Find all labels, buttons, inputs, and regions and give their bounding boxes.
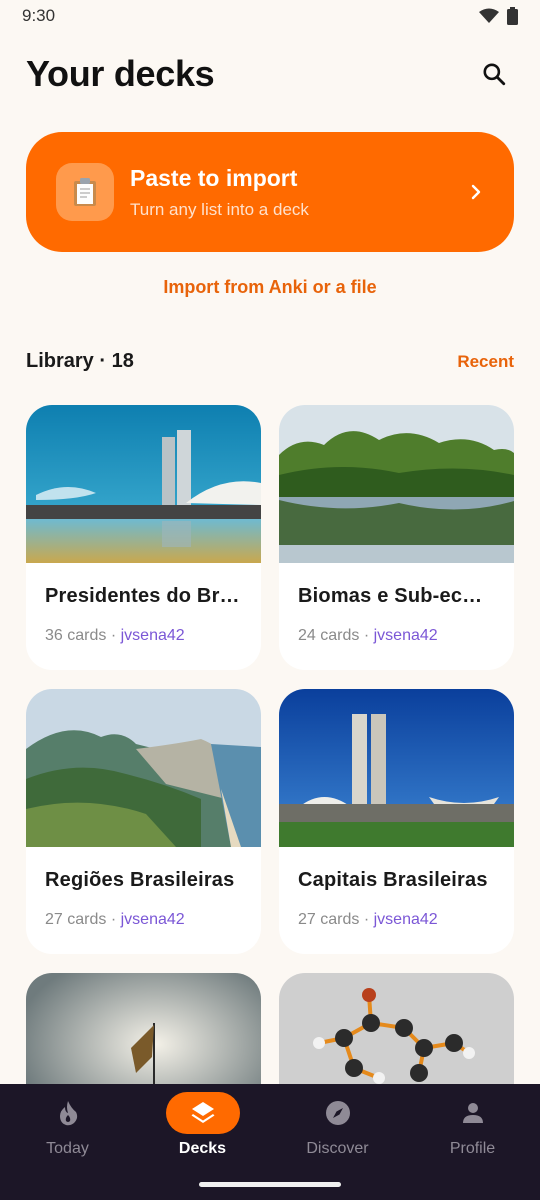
battery-icon	[507, 7, 518, 25]
nav-pill-active	[165, 1092, 240, 1134]
chevron-right-icon	[471, 184, 481, 200]
deck-card[interactable]: Presidentes do Br… 36 cards · jvsena42	[26, 405, 261, 670]
deck-card-count: 24 cards	[298, 627, 360, 644]
nav-pill	[436, 1092, 510, 1134]
meta-separator: ·	[363, 911, 370, 928]
deck-author[interactable]: jvsena42	[121, 911, 185, 928]
person-icon	[462, 1103, 483, 1123]
search-button[interactable]	[474, 54, 514, 94]
compass-icon	[325, 1101, 350, 1125]
meta-separator: ·	[363, 627, 370, 644]
status-time: 9:30	[22, 6, 56, 25]
deck-image-congress-building	[26, 405, 261, 563]
meta-separator: ·	[110, 911, 117, 928]
import-text: Paste to import Turn any list into a dec…	[130, 165, 468, 220]
deck-image-molecule	[279, 973, 514, 1085]
library-label: Library · 18	[26, 350, 134, 372]
paste-to-import-card[interactable]: Paste to import Turn any list into a dec…	[26, 132, 514, 252]
nav-item-today[interactable]: Today	[0, 1092, 135, 1172]
nav-label-profile: Profile	[449, 1140, 496, 1157]
library-header: Library · 18 Recent	[26, 350, 514, 373]
wifi-icon	[479, 8, 499, 23]
deck-author[interactable]: jvsena42	[374, 911, 438, 928]
import-subtitle: Turn any list into a deck	[130, 199, 309, 219]
import-icon-badge	[56, 163, 114, 221]
nav-item-discover[interactable]: Discover	[270, 1092, 405, 1172]
deck-title: Presidentes do Br…	[45, 585, 240, 607]
nav-label-discover: Discover	[306, 1140, 369, 1157]
header: Your decks	[26, 52, 514, 96]
deck-author[interactable]: jvsena42	[374, 627, 438, 644]
nav-label-decks: Decks	[178, 1140, 227, 1157]
deck-card-count: 36 cards	[45, 627, 107, 644]
nav-label-today: Today	[46, 1140, 89, 1157]
search-icon	[483, 63, 506, 86]
deck-card[interactable]: Biomas e Sub-ec… 24 cards · jvsena42	[279, 405, 514, 670]
deck-meta: 27 cards · jvsena42	[298, 911, 438, 929]
meta-separator: ·	[110, 627, 117, 644]
deck-card[interactable]	[279, 973, 514, 1085]
import-title: Paste to import	[130, 164, 298, 191]
deck-title: Biomas e Sub-ec…	[298, 585, 483, 607]
deck-card-count: 27 cards	[298, 911, 360, 928]
sort-recent-button[interactable]: Recent	[457, 352, 514, 372]
deck-image-amazon-river	[279, 405, 514, 563]
status-bar: 9:30	[0, 0, 540, 32]
deck-title: Capitais Brasileiras	[298, 869, 488, 891]
deck-card[interactable]: Capitais Brasileiras 27 cards · jvsena42	[279, 689, 514, 954]
nav-item-decks[interactable]: Decks	[135, 1092, 270, 1172]
deck-grid: Presidentes do Br… 36 cards · jvsena42 B…	[26, 405, 514, 1085]
deck-meta: 24 cards · jvsena42	[298, 627, 438, 645]
deck-card-count: 27 cards	[45, 911, 107, 928]
deck-image-brasilia-congress	[279, 689, 514, 847]
layers-icon	[191, 1102, 214, 1123]
deck-author[interactable]: jvsena42	[121, 627, 185, 644]
deck-title: Regiões Brasileiras	[45, 869, 235, 891]
deck-meta: 27 cards · jvsena42	[45, 911, 185, 929]
deck-image-flag	[26, 973, 261, 1085]
nav-pill	[301, 1092, 375, 1134]
import-from-anki-link[interactable]: Import from Anki or a file	[0, 277, 540, 298]
nav-item-profile[interactable]: Profile	[405, 1092, 540, 1172]
flame-icon	[59, 1101, 77, 1126]
deck-image-rio-mountains	[26, 689, 261, 847]
bottom-nav: Today Decks Discover Profile	[0, 1084, 540, 1200]
deck-meta: 36 cards · jvsena42	[45, 627, 185, 645]
page-title: Your decks	[26, 53, 215, 94]
status-icons	[479, 7, 518, 25]
deck-card[interactable]	[26, 973, 261, 1085]
deck-card[interactable]: Regiões Brasileiras 27 cards · jvsena42	[26, 689, 261, 954]
clipboard-icon	[74, 178, 96, 206]
home-indicator[interactable]	[199, 1182, 341, 1187]
nav-pill	[31, 1092, 105, 1134]
